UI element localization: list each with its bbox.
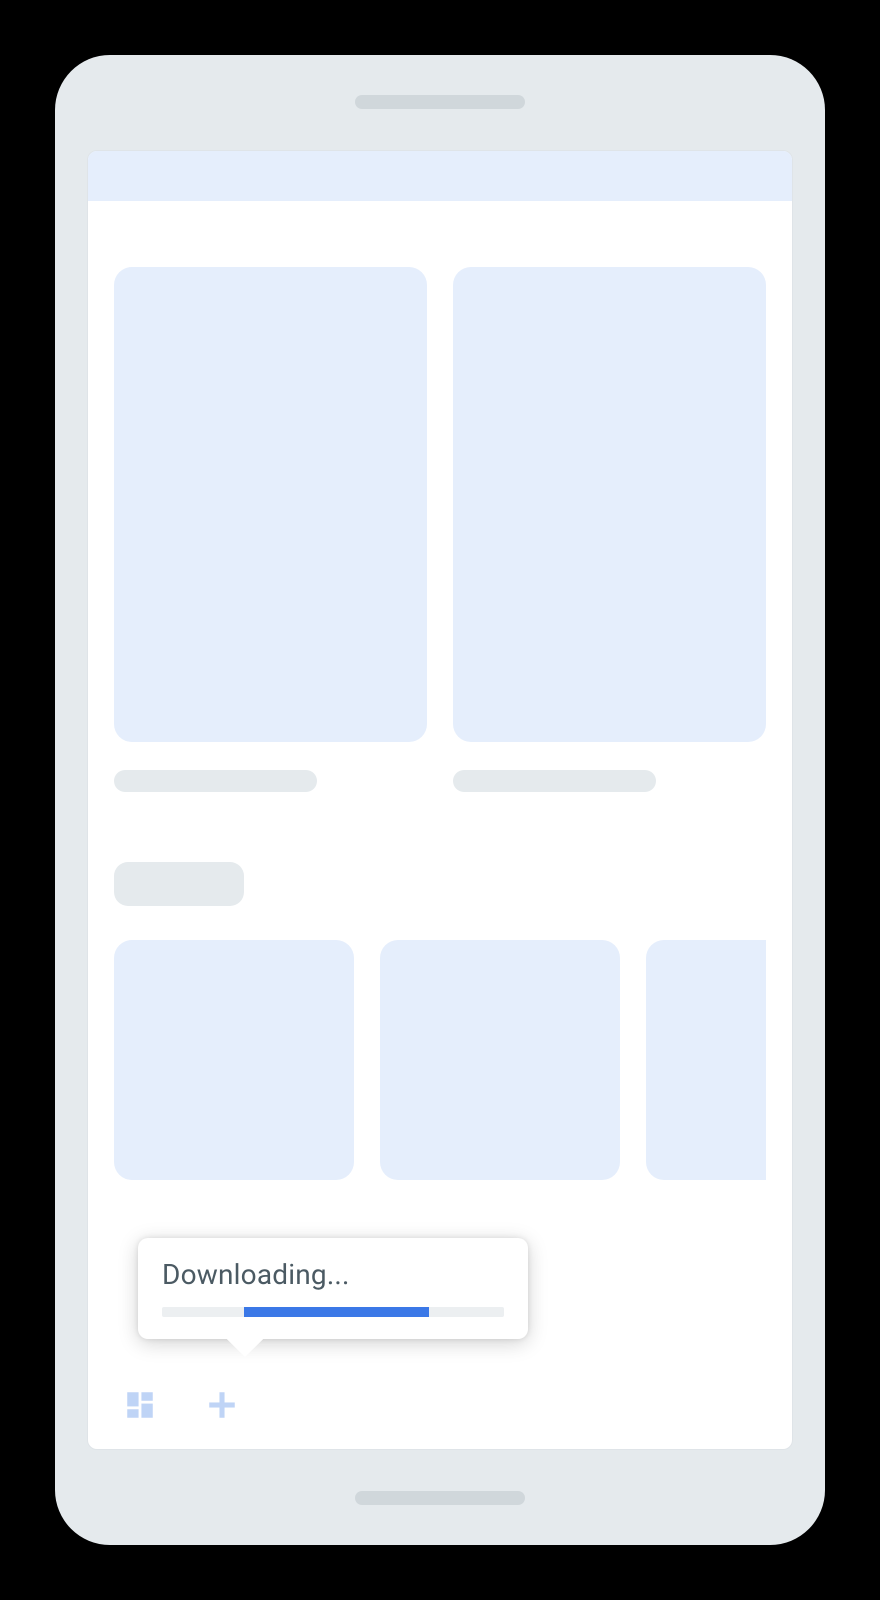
text-placeholder: [453, 770, 656, 792]
dashboard-icon[interactable]: [120, 1385, 160, 1425]
label-row: [114, 770, 766, 792]
main-content: [88, 201, 792, 1206]
card-row-bottom: [114, 940, 766, 1180]
progress-bar: [244, 1307, 429, 1317]
app-screen: Downloading...: [87, 150, 793, 1450]
download-tooltip: Downloading...: [138, 1238, 528, 1339]
card-placeholder[interactable]: [380, 940, 620, 1180]
card-placeholder[interactable]: [453, 267, 766, 742]
bottom-nav: [88, 1361, 792, 1449]
section-title-placeholder: [114, 862, 244, 906]
speaker-top: [355, 95, 525, 109]
card-row-top: [114, 267, 766, 742]
card-placeholder[interactable]: [114, 267, 427, 742]
plus-icon[interactable]: [202, 1385, 242, 1425]
card-placeholder[interactable]: [114, 940, 354, 1180]
card-placeholder[interactable]: [646, 940, 766, 1180]
progress-track: [162, 1307, 504, 1317]
speaker-bottom: [355, 1491, 525, 1505]
status-bar: [88, 151, 792, 201]
tooltip-label: Downloading...: [162, 1258, 504, 1291]
text-placeholder: [114, 770, 317, 792]
phone-frame: Downloading...: [55, 55, 825, 1545]
